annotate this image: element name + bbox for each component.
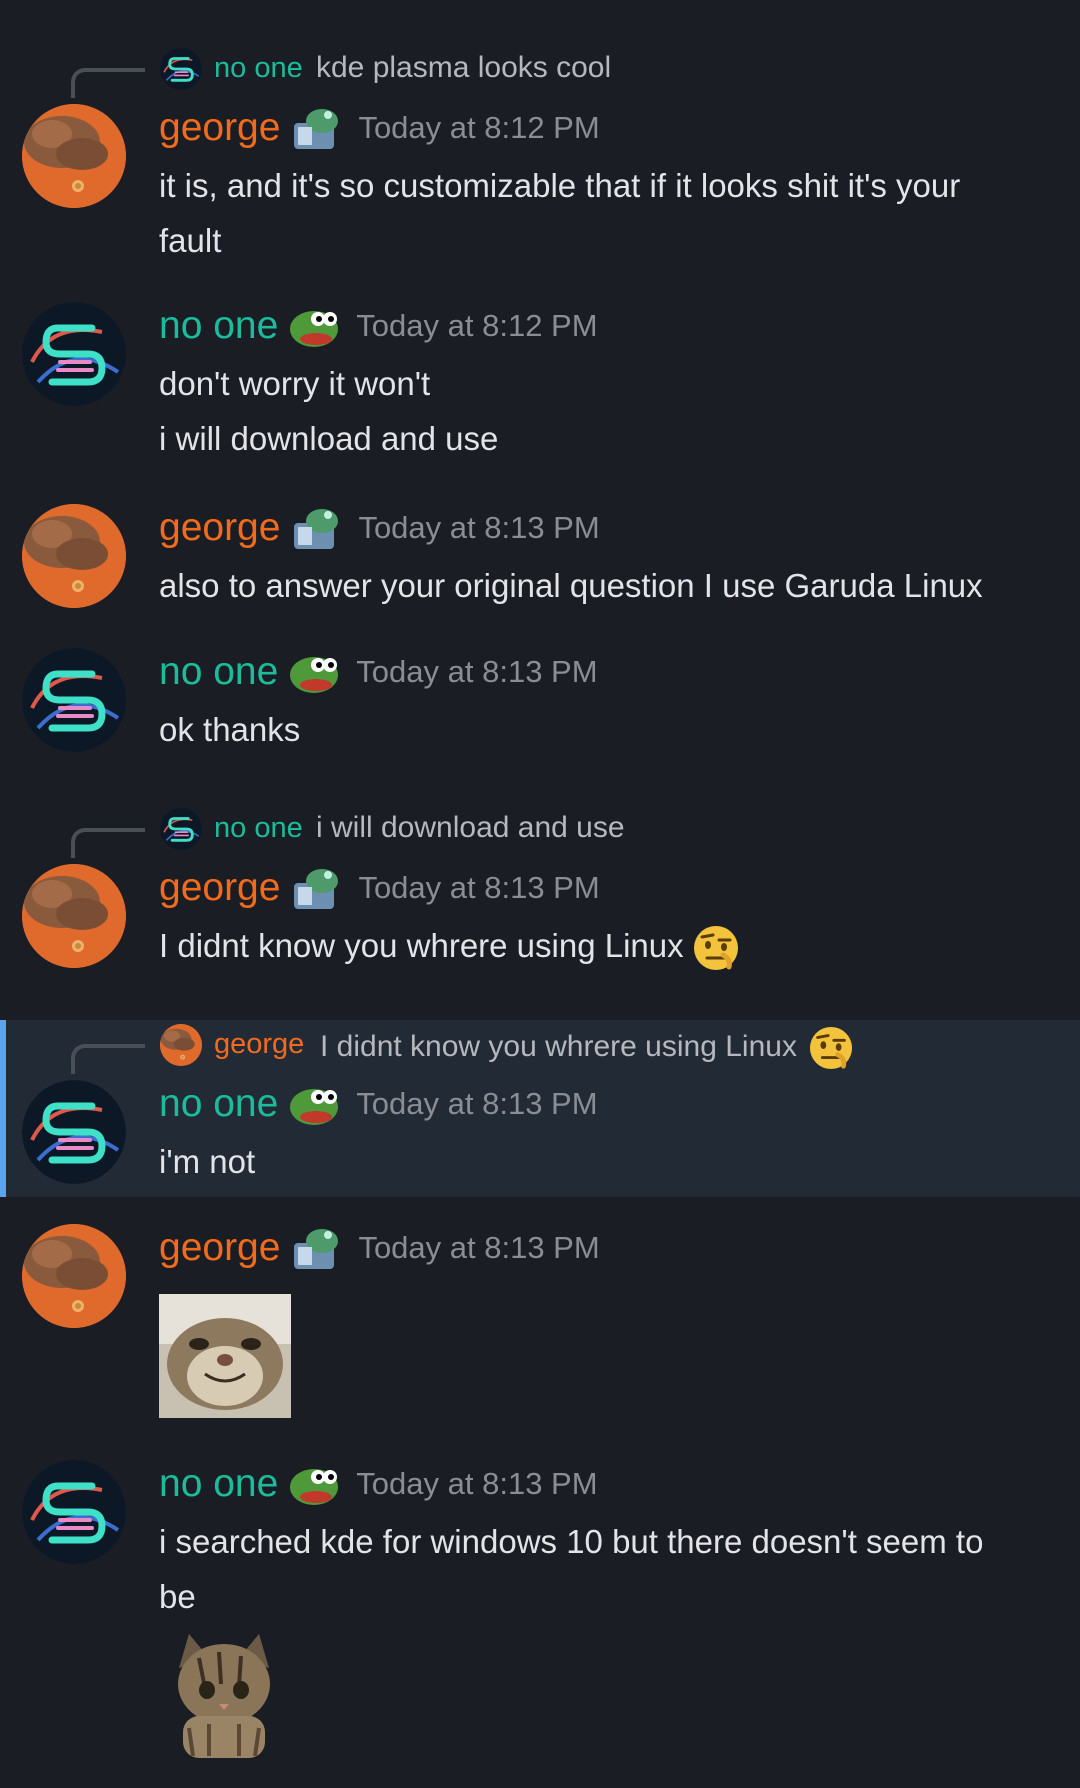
message-text: ok thanks: [159, 711, 301, 748]
author-name[interactable]: no one: [159, 1460, 278, 1508]
timestamp: Today at 8:13 PM: [358, 1230, 600, 1265]
reply-reference[interactable]: no one kde plasma looks cool: [0, 44, 1080, 98]
reply-spine: [71, 1044, 145, 1074]
face-with-raised-eyebrow-icon: [693, 925, 739, 971]
timestamp: Today at 8:13 PM: [356, 1466, 598, 1501]
reply-text: I didnt know you whrere using Linux: [320, 1026, 853, 1070]
message-text: don't worry it won't i will download and…: [159, 365, 499, 457]
timestamp: Today at 8:13 PM: [356, 1086, 598, 1121]
author-name[interactable]: no one: [159, 1080, 278, 1128]
author-name[interactable]: george: [159, 864, 280, 912]
armored-frog-icon: [290, 865, 342, 911]
message-text: I didnt know you whrere using Linux: [159, 918, 1060, 973]
pepe-frog-icon: [288, 649, 340, 695]
timestamp: Today at 8:13 PM: [356, 654, 598, 689]
sad-kitten-image[interactable]: [159, 1628, 289, 1758]
reply-author[interactable]: no one: [214, 810, 303, 846]
armored-frog-icon: [290, 1225, 342, 1271]
author-name[interactable]: no one: [159, 302, 278, 350]
avatar-noone[interactable]: [22, 648, 126, 752]
author-name[interactable]: george: [159, 104, 280, 152]
reply-text: kde plasma looks cool: [316, 51, 612, 84]
timestamp: Today at 8:12 PM: [356, 308, 598, 343]
author-name[interactable]: george: [159, 1224, 280, 1272]
avatar-noone[interactable]: [22, 1460, 126, 1564]
avatar-george[interactable]: [22, 104, 126, 208]
timestamp: Today at 8:12 PM: [358, 110, 600, 145]
author-name[interactable]: no one: [159, 648, 278, 696]
message-text: i'm not: [159, 1143, 256, 1180]
avatar-george[interactable]: [22, 864, 126, 968]
reply-reference[interactable]: george I didnt know you whrere using Lin…: [0, 1020, 1080, 1074]
timestamp: Today at 8:13 PM: [358, 870, 600, 905]
avatar-george[interactable]: [22, 1224, 126, 1328]
message-text: also to answer your original question I …: [159, 567, 983, 604]
smiling-cat-image[interactable]: [159, 1294, 291, 1418]
avatar-noone[interactable]: [22, 1080, 126, 1184]
pepe-frog-icon: [288, 1081, 340, 1127]
face-with-raised-eyebrow-icon: [809, 1026, 853, 1070]
reply-reference[interactable]: no one i will download and use: [0, 804, 1080, 858]
reply-avatar-noone: [160, 808, 202, 850]
pepe-frog-icon: [288, 303, 340, 349]
message-text: i searched kde for windows 10 but there …: [159, 1523, 984, 1615]
pepe-frog-icon: [288, 1461, 340, 1507]
avatar-george[interactable]: [22, 504, 126, 608]
message-text: it is, and it's so customizable that if …: [159, 167, 961, 259]
avatar-noone[interactable]: [22, 302, 126, 406]
reply-avatar-noone: [160, 48, 202, 90]
reply-avatar-george: [160, 1024, 202, 1066]
reply-spine: [71, 828, 145, 858]
author-name[interactable]: george: [159, 504, 280, 552]
reply-author[interactable]: no one: [214, 50, 303, 86]
reply-author[interactable]: george: [214, 1026, 304, 1062]
reply-spine: [71, 68, 145, 98]
armored-frog-icon: [290, 105, 342, 151]
armored-frog-icon: [290, 505, 342, 551]
timestamp: Today at 8:13 PM: [358, 510, 600, 545]
reply-text: i will download and use: [316, 811, 625, 844]
